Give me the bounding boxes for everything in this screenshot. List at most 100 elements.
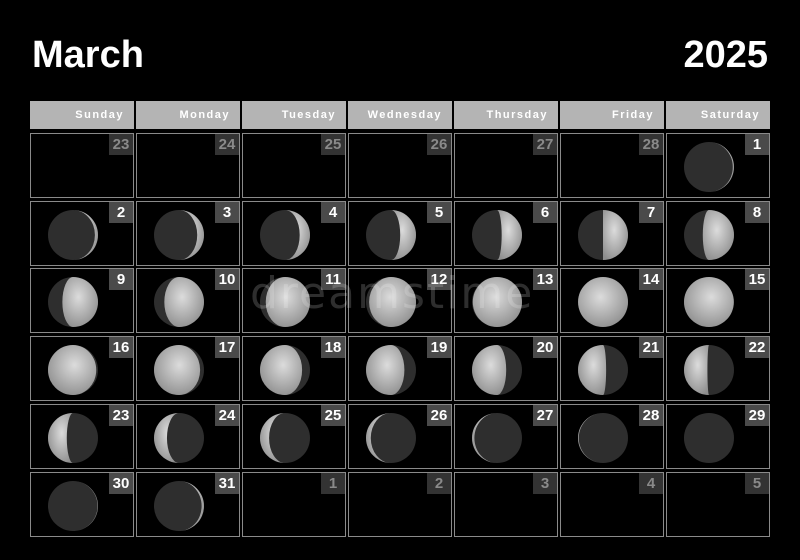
moon-phase-icon [48,210,98,260]
day-cell[interactable]: 28 [560,133,664,198]
day-cell[interactable]: 2 [348,472,452,537]
day-cell[interactable]: 25 [242,133,346,198]
day-number: 11 [321,269,345,290]
day-cell[interactable]: 10 [136,268,240,333]
day-cell[interactable]: 24 [136,404,240,469]
day-cell[interactable]: 27 [454,133,558,198]
day-cell[interactable]: 25 [242,404,346,469]
moon-lit-side [164,277,204,327]
moon-lit-side [702,210,734,260]
day-number: 3 [215,202,239,223]
day-cell[interactable]: 24 [136,133,240,198]
day-cell[interactable]: 1 [242,472,346,537]
day-number: 26 [427,405,451,426]
day-cell[interactable]: 1 [666,133,770,198]
day-cell[interactable]: 26 [348,404,452,469]
day-cell[interactable]: 9 [30,268,134,333]
day-cell[interactable]: 27 [454,404,558,469]
day-number: 30 [109,473,133,494]
moon-phase-icon [684,413,734,463]
day-cell[interactable]: 11 [242,268,346,333]
day-cell[interactable]: 14 [560,268,664,333]
day-number: 26 [427,134,451,155]
day-cell[interactable]: 5 [348,201,452,266]
moon-lit-side [265,277,310,327]
day-cell[interactable]: 19 [348,336,452,401]
moon-lit-side [472,345,507,395]
day-number: 8 [745,202,769,223]
day-cell[interactable]: 31 [136,472,240,537]
day-number: 12 [427,269,451,290]
moon-phase-icon [684,277,734,327]
day-cell[interactable]: 5 [666,472,770,537]
moon-lit-side [154,345,201,395]
day-number: 15 [745,269,769,290]
moon-lit-side [578,345,607,395]
moon-phase-icon [684,210,734,260]
day-cell[interactable]: 18 [242,336,346,401]
day-number: 29 [745,405,769,426]
moon-dark-side [48,481,98,531]
moon-lit-side [684,277,734,327]
moon-phase-icon [48,481,98,531]
day-cell[interactable]: 13 [454,268,558,333]
moon-phase-icon [578,345,628,395]
day-cell[interactable]: 4 [560,472,664,537]
day-cell[interactable]: 28 [560,404,664,469]
day-cell[interactable]: 26 [348,133,452,198]
moon-phase-icon [366,210,416,260]
day-cell[interactable]: 16 [30,336,134,401]
day-number: 23 [109,405,133,426]
day-cell[interactable]: 4 [242,201,346,266]
day-number: 27 [533,405,557,426]
moon-phase-icon [578,277,628,327]
day-cell[interactable]: 15 [666,268,770,333]
moon-phase-icon [472,345,522,395]
moon-phase-icon [260,345,310,395]
moon-phase-icon [472,210,522,260]
day-cell[interactable]: 17 [136,336,240,401]
moon-lit-side [62,277,98,327]
day-number: 5 [427,202,451,223]
day-cell[interactable]: 23 [30,133,134,198]
day-number: 31 [215,473,239,494]
day-cell[interactable]: 3 [454,472,558,537]
day-number: 21 [639,337,663,358]
moon-phase-icon [472,277,522,327]
day-cell[interactable]: 3 [136,201,240,266]
moon-phase-icon [260,277,310,327]
day-cell[interactable]: 23 [30,404,134,469]
moon-lit-side [578,277,628,327]
weekday-header-tuesday: Tuesday [242,101,346,129]
moon-phase-icon [48,413,98,463]
day-cell[interactable]: 12 [348,268,452,333]
moon-phase-icon [366,345,416,395]
day-cell[interactable]: 29 [666,404,770,469]
day-cell[interactable]: 6 [454,201,558,266]
day-number: 28 [639,134,663,155]
day-cell[interactable]: 2 [30,201,134,266]
moon-phase-icon [154,345,204,395]
moon-phase-icon [154,210,204,260]
day-cell[interactable]: 22 [666,336,770,401]
moon-phase-icon [578,210,628,260]
day-number: 17 [215,337,239,358]
year-title: 2025 [683,34,768,76]
day-cell[interactable]: 20 [454,336,558,401]
day-cell[interactable]: 30 [30,472,134,537]
day-number: 24 [215,134,239,155]
day-number: 10 [215,269,239,290]
moon-lit-side [366,345,405,395]
day-cell[interactable]: 8 [666,201,770,266]
day-cell[interactable]: 7 [560,201,664,266]
moon-phase-icon [48,277,98,327]
day-number: 23 [109,134,133,155]
moon-phase-icon [154,481,204,531]
day-number: 3 [533,473,557,494]
day-number: 25 [321,134,345,155]
day-number: 5 [745,473,769,494]
day-number: 14 [639,269,663,290]
day-number: 1 [321,473,345,494]
day-cell[interactable]: 21 [560,336,664,401]
day-number: 16 [109,337,133,358]
